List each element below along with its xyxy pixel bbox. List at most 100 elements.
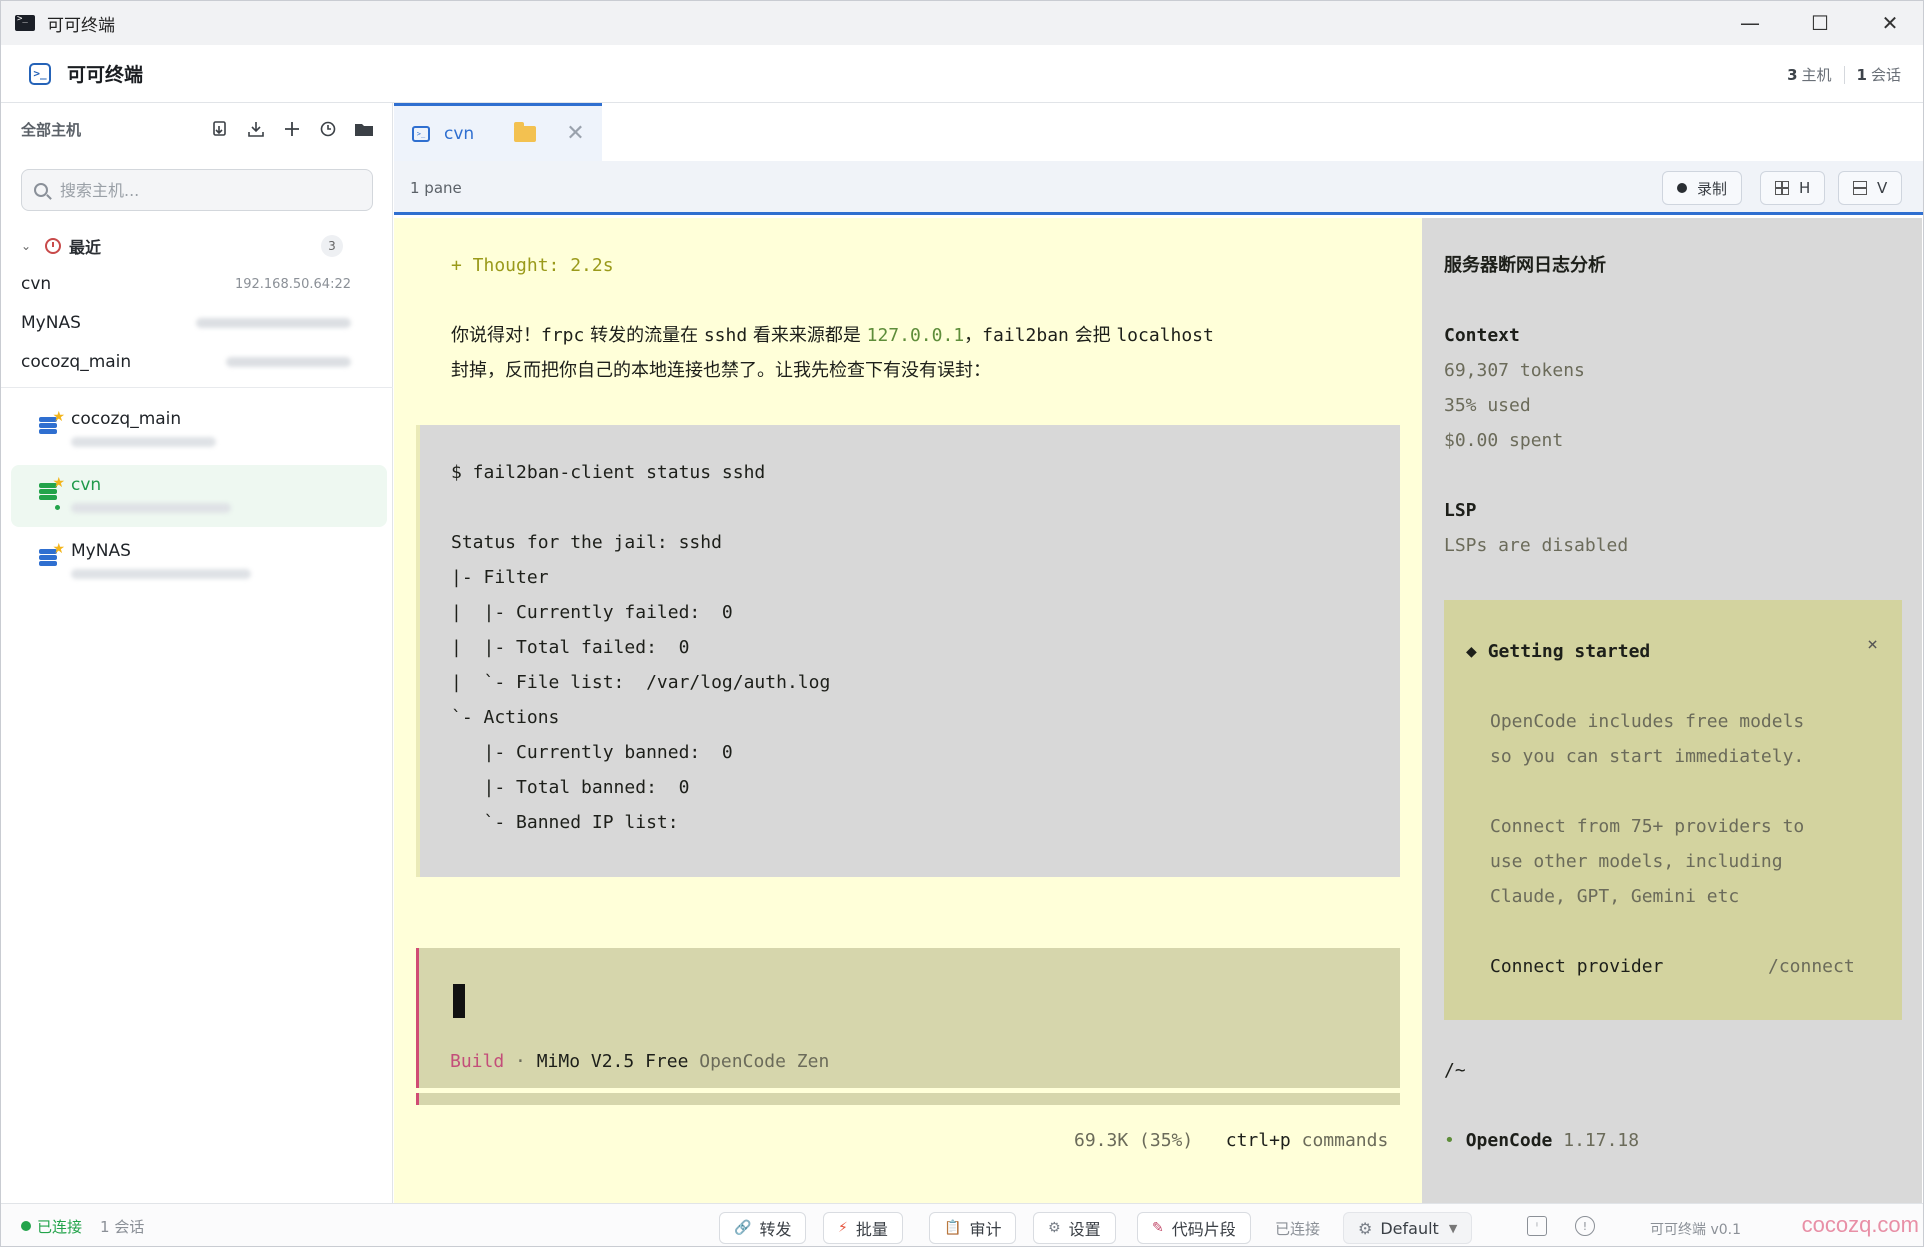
server-stack-icon: ★ [39,541,65,567]
record-label: 录制 [1697,179,1728,198]
host-search[interactable] [21,169,373,211]
session-count: 1 会话 [100,1217,145,1236]
diamond-icon: ◆ [1466,641,1488,662]
code-line: | |- Currently failed: 0 [451,602,733,623]
forward-button[interactable]: 🔗 转发 [719,1212,807,1244]
connect-provider-label[interactable]: Connect provider [1490,949,1663,984]
history-icon[interactable] [318,119,338,139]
host-name: cocozq_main [71,409,182,429]
maximize-button[interactable]: ☐ [1785,1,1855,45]
audit-button[interactable]: 📋 审计 [929,1212,1017,1244]
snippet-icon: ✎ [1152,1220,1164,1236]
session-title: 服务器断网日志分析 [1444,255,1606,276]
context-tokens: 69,307 tokens [1444,360,1585,381]
app-version-line: • OpenCode 1.17.18 [1444,1130,1640,1151]
getting-started-text: Claude, GPT, Gemini etc [1490,886,1740,907]
session-tabbar: >_ cvn ✕ [394,103,1923,161]
help-icon[interactable]: ! [1575,1216,1595,1236]
link-icon: 🔗 [734,1220,752,1236]
import-icon[interactable] [210,119,230,139]
lsp-label: LSP [1444,500,1477,521]
connect-command: /connect [1768,956,1855,977]
split-h-label: H [1799,179,1811,197]
favorite-star-icon: ★ [52,475,65,491]
batch-button[interactable]: ⚡ 批量 [823,1212,903,1244]
lsp-status: LSPs are disabled [1444,535,1629,556]
recent-item[interactable]: cvn 192.168.50.64:22 [21,269,351,299]
host-item-mynas[interactable]: ★ MyNAS [11,531,387,593]
getting-started-text: so you can start immediately. [1490,746,1805,767]
settings-button[interactable]: ⚙ 设置 [1033,1212,1116,1244]
recent-label: 最近 [69,238,102,257]
snippets-button[interactable]: ✎ 代码片段 [1137,1212,1251,1244]
chevron-down-icon: ▼ [1448,1221,1458,1235]
text-cursor [453,984,465,1018]
getting-started-text: OpenCode includes free models [1490,711,1805,732]
host-item-cocozq-main[interactable]: ★ cocozq_main [11,399,387,461]
code-line: |- Filter [451,567,549,588]
recent-count-badge: 3 [321,235,343,257]
connected-dot [21,1221,31,1231]
sidebar-title: 全部主机 [21,120,82,139]
record-dot-icon [1677,183,1687,193]
terminal-app-icon [15,14,35,31]
model-status-line: Build · MiMo V2.5 Free OpenCode Zen [450,1051,830,1072]
record-button[interactable]: 录制 [1662,171,1743,205]
add-host-icon[interactable] [282,119,302,139]
watermark: cocozq.com [1801,1212,1919,1237]
terminal-icon: >_ [412,125,430,142]
recent-item[interactable]: cocozq_main [21,347,351,377]
info-icon[interactable]: ⁱ [1527,1216,1547,1236]
sftp-folder-icon[interactable] [514,121,537,142]
context-spent: $0.00 spent [1444,430,1564,451]
getting-started-text: Connect from 75+ providers to [1490,816,1805,837]
sidebar-toolbar [210,119,374,139]
stats-divider [1843,65,1845,84]
redacted-host-detail [71,503,231,513]
search-input[interactable] [60,180,360,200]
assistant-message-line-1: 你说得对！frpc 转发的流量在 sshd 看来来源都是 127.0.0.1，f… [451,325,1214,346]
split-h-icon [1775,181,1789,195]
recent-item-name: cocozq_main [21,352,132,372]
online-status-dot [55,505,60,510]
status-bar: 已连接 1 会话 🔗 转发 ⚡ 批量 📋 审计 ⚙ 设置 ✎ 代码片段 已连接 ⚙ Defa… [1,1203,1923,1246]
gear-icon: ⚙ [1048,1220,1061,1236]
recent-item-name: cvn [21,274,52,294]
server-stack-icon: ★ [39,409,65,435]
host-name: MyNAS [71,541,131,561]
close-tab-icon[interactable]: ✕ [566,121,584,146]
context-used: 35% used [1444,395,1531,416]
window-title: 可可终端 [47,15,115,36]
recent-section-header[interactable]: ⌄ 最近 3 [21,231,373,261]
code-line: |- Total banned: 0 [451,777,690,798]
minimize-button[interactable]: — [1715,1,1785,45]
pane-count: 1 pane [410,179,462,197]
window-controls: — ☐ ✕ [1715,1,1923,45]
split-v-icon [1853,181,1867,195]
host-item-cvn[interactable]: ★ cvn [11,465,387,527]
thought-line: + Thought: 2.2s [451,255,614,276]
app-window: 可可终端 — ☐ ✕ >_ 可可终端 3 主机 1 会话 全部主机 [0,0,1924,1247]
split-vertical-button[interactable]: V [1838,171,1903,205]
dismiss-getting-started-icon[interactable]: × [1867,634,1878,655]
command-output-block: $ fail2ban-client status sshd Status for… [416,425,1400,877]
theme-select[interactable]: ⚙ Default ▼ [1343,1212,1473,1244]
recent-clock-icon [45,238,61,254]
host-name: cvn [71,475,102,495]
code-line: `- Banned IP list: [451,812,679,833]
prompt-input-box[interactable]: Build · MiMo V2.5 Free OpenCode Zen [416,948,1400,1088]
terminal-pane[interactable]: + Thought: 2.2s 你说得对！frpc 转发的流量在 sshd 看来… [394,218,1922,1203]
tab-cvn[interactable]: >_ cvn ✕ [394,103,602,161]
close-window-button[interactable]: ✕ [1855,1,1923,45]
download-icon[interactable] [246,119,266,139]
folder-icon[interactable] [354,119,374,139]
favorite-star-icon: ★ [52,541,65,557]
split-v-label: V [1877,179,1888,197]
split-horizontal-button[interactable]: H [1760,171,1826,205]
recent-item[interactable]: MyNAS [21,308,351,338]
bolt-icon: ⚡ [838,1220,848,1236]
current-path: /~ [1444,1060,1466,1081]
header-stats: 3 主机 1 会话 [1787,64,1901,85]
hosts-count: 3 [1787,65,1798,84]
sidebar-divider [1,387,393,388]
